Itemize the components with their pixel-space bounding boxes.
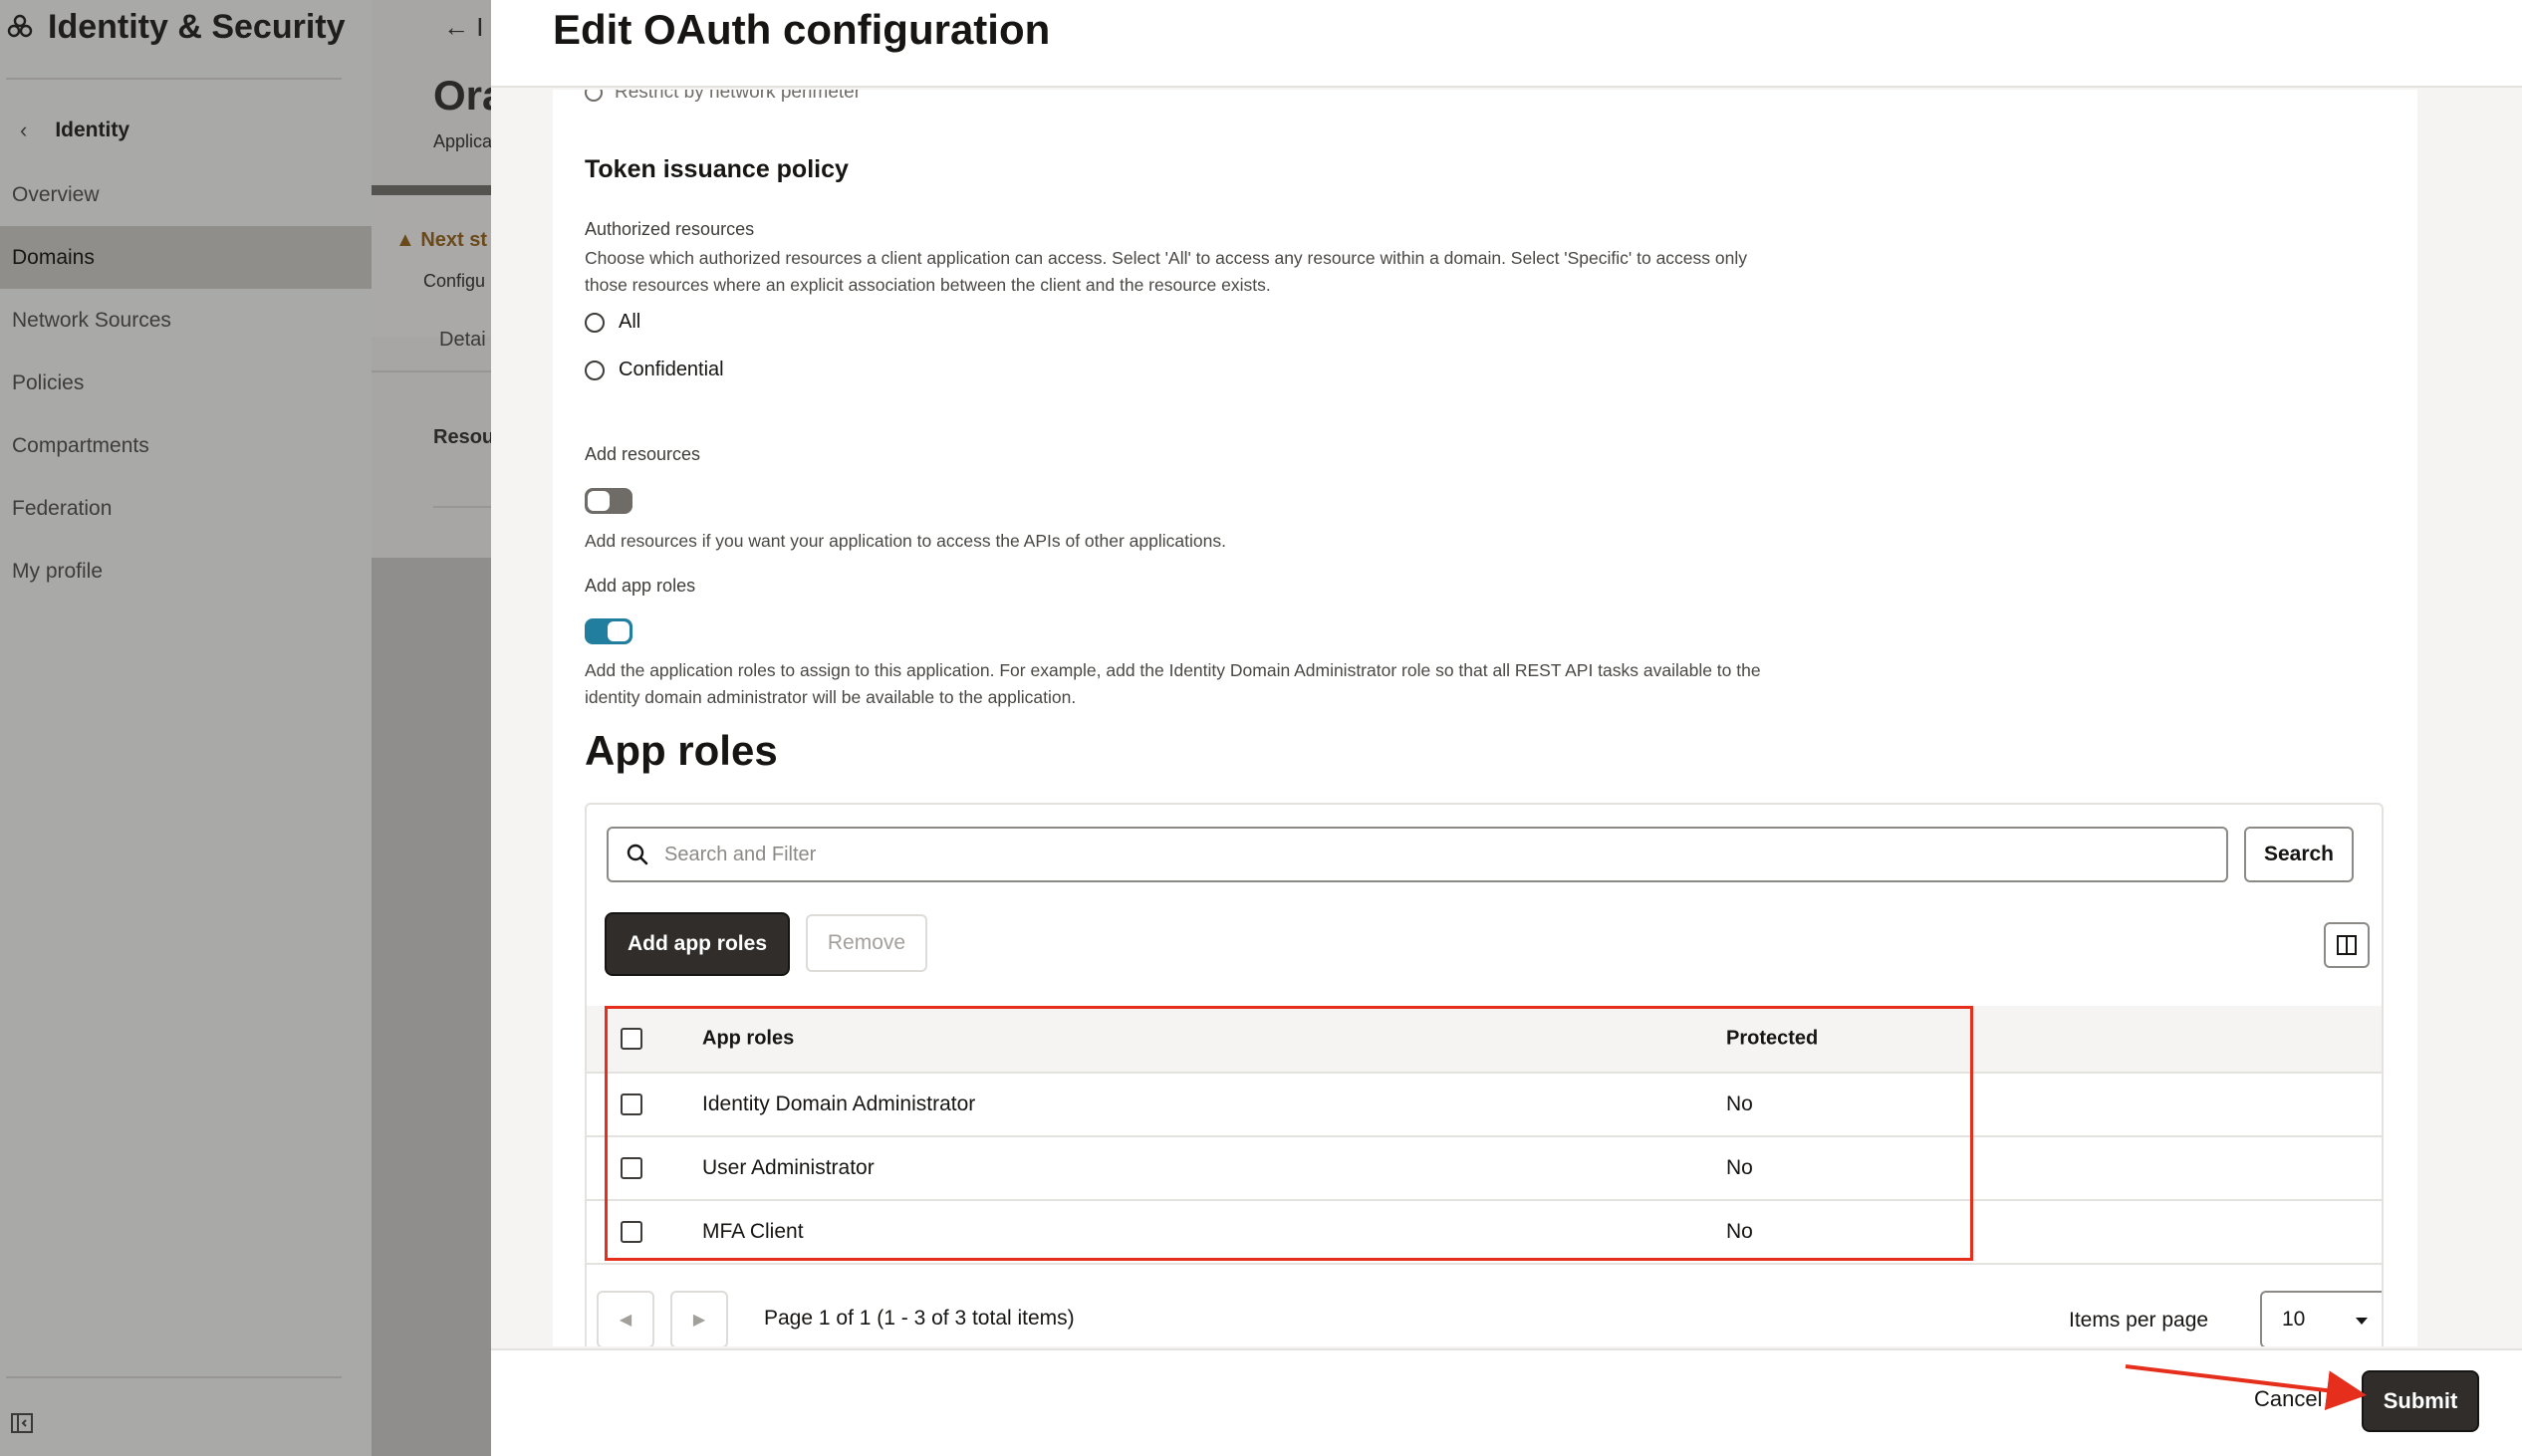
nav-back-link[interactable]: ‹ Identity [20,118,129,143]
next-page-button[interactable]: ▶ [670,1291,728,1346]
column-header-app-roles[interactable]: App roles [702,1028,794,1051]
background-page: ← I Ora Applica ▲ Next st Configu Detai … [372,0,491,1456]
drawer-title: Edit OAuth configuration [553,6,1051,53]
chevron-left-icon: ‹ [20,118,28,142]
search-button[interactable]: Search [2244,827,2354,882]
search-field[interactable] [607,827,2228,882]
authorized-resources-help: Choose which authorized resources a clie… [585,248,1748,295]
column-header-protected[interactable]: Protected [1726,1028,1818,1051]
app-role-name: Identity Domain Administrator [702,1092,976,1115]
network-perimeter-option[interactable]: Restrict by network perimeter [585,90,861,104]
radio-button[interactable] [585,312,605,333]
nav-divider-bottom [6,1376,342,1378]
submit-button[interactable]: Submit [2364,1372,2477,1430]
table-row[interactable]: User Administrator No [587,1137,2382,1201]
background-page-subtitle: Applica [433,131,491,151]
add-resources-label: Add resources [585,444,701,464]
select-all-checkbox[interactable] [621,1028,642,1050]
app-roles-panel: Search Add app roles Remove App roles Pr… [585,803,2384,1346]
add-app-roles-toggle[interactable] [585,618,632,644]
nav-divider [6,78,342,80]
items-per-page-label: Items per page [2069,1309,2209,1332]
authorized-resources-label: Authorized resources [585,219,755,239]
app-role-protected: No [1726,1220,1753,1243]
app-title: Identity & Security [48,7,346,46]
app-role-name: User Administrator [702,1156,875,1179]
collapse-sidebar-icon[interactable] [10,1411,34,1435]
items-per-page-select[interactable]: 10 [2260,1291,2382,1346]
add-app-roles-help: Add the application roles to assign to t… [585,660,1761,707]
pagination: ◀ ▶ Page 1 of 1 (1 - 3 of 3 total items)… [587,1269,2382,1346]
nav-back-label: Identity [55,119,129,141]
search-input[interactable] [664,843,2158,866]
nav-item-network-sources[interactable]: Network Sources [0,289,372,352]
background-section-resources: Resou [433,426,491,448]
background-page-title: Ora [433,72,491,119]
table-row[interactable]: MFA Client No [587,1201,2382,1265]
identity-logo-icon [7,14,33,38]
columns-icon [2337,935,2357,955]
nav-item-policies[interactable]: Policies [0,352,372,414]
radio-label-confidential: Confidential [619,359,724,380]
drawer-footer: Cancel Submit [491,1348,2522,1456]
table-row[interactable]: Identity Domain Administrator No [587,1074,2382,1137]
add-resources-toggle[interactable] [585,488,632,514]
app-role-name: MFA Client [702,1220,804,1243]
pagination-info: Page 1 of 1 (1 - 3 of 3 total items) [764,1307,1075,1330]
row-checkbox[interactable] [621,1093,642,1115]
add-resources-help: Add resources if you want your applicati… [585,531,1226,551]
app-roles-table: App roles Protected Identity Domain Admi… [587,1006,2382,1265]
cancel-button[interactable]: Cancel [2254,1386,2322,1412]
items-per-page-value: 10 [2282,1308,2306,1331]
radio-button [585,90,603,102]
background-banner-text: Configu [423,271,486,291]
caret-right-icon: ▶ [692,1312,706,1329]
caret-down-icon [2356,1318,2368,1325]
nav-item-federation[interactable]: Federation [0,477,372,540]
nav-item-domains[interactable]: Domains [0,226,372,289]
caret-left-icon: ◀ [619,1312,632,1329]
background-tab-divider [372,370,491,372]
app-brand: Identity & Security [6,8,346,46]
app-role-protected: No [1726,1156,1753,1179]
radio-button[interactable] [585,360,605,380]
radio-option-confidential[interactable]: Confidential [585,359,724,381]
nav-item-overview[interactable]: Overview [0,163,372,226]
toggle-knob [608,621,630,641]
background-banner-title: ▲ Next st [395,229,488,251]
app-role-protected: No [1726,1092,1753,1115]
background-back-arrow: ← I [443,12,484,42]
drawer-body: Restrict by network perimeter Token issu… [553,90,2417,1346]
edit-oauth-drawer: Edit OAuth configuration Restrict by net… [491,0,2522,1456]
row-checkbox[interactable] [621,1221,642,1243]
token-issuance-policy-title: Token issuance policy [585,155,849,183]
nav-item-my-profile[interactable]: My profile [0,540,372,603]
add-app-roles-label: Add app roles [585,576,696,596]
remove-button[interactable]: Remove [806,914,927,972]
radio-label-all: All [619,311,641,333]
add-app-roles-button[interactable]: Add app roles [607,914,788,974]
nav-list: Overview Domains Network Sources Policie… [0,163,372,603]
background-section-divider [433,506,491,508]
manage-columns-button[interactable] [2324,922,2370,968]
table-header-row: App roles Protected [587,1006,2382,1074]
toggle-knob [588,491,610,511]
row-checkbox[interactable] [621,1157,642,1179]
background-tab-details: Detai [439,329,486,351]
drawer-header: Edit OAuth configuration [491,0,2522,88]
nav-item-compartments[interactable]: Compartments [0,414,372,477]
app-roles-heading: App roles [585,727,778,774]
radio-option-all[interactable]: All [585,311,640,334]
background-next-steps-banner: ▲ Next st Configu [372,185,491,337]
search-icon [627,844,648,865]
previous-page-button[interactable]: ◀ [597,1291,654,1346]
left-navigation: Identity & Security ‹ Identity Overview … [0,0,372,1456]
